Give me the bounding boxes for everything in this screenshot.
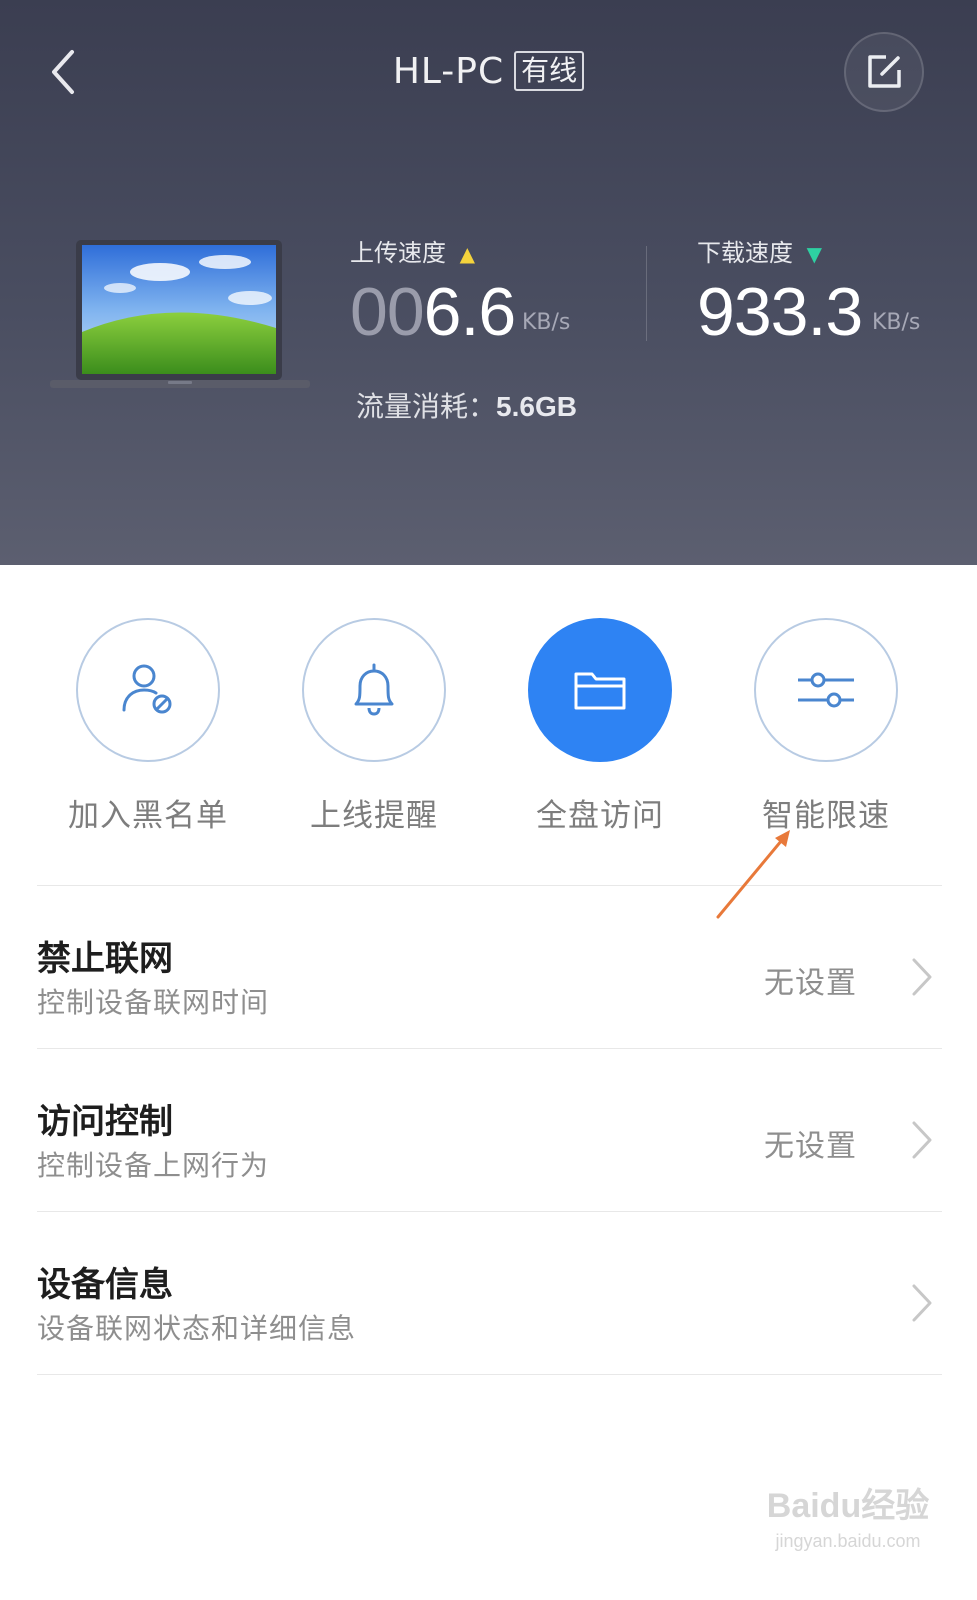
folder-icon bbox=[574, 672, 626, 710]
download-indicator: ▼ bbox=[806, 242, 823, 266]
action-disk-access-label: 全盘访问 bbox=[536, 798, 664, 834]
bell-icon bbox=[354, 663, 394, 716]
setting-row-block-network[interactable]: 禁止联网 控制设备联网时间 无设置 bbox=[0, 886, 977, 1048]
upload-speed-value: 006.6 bbox=[350, 274, 516, 350]
action-blacklist[interactable]: 加入黑名单 bbox=[28, 618, 268, 835]
chevron-right-icon bbox=[912, 1121, 932, 1159]
watermark: Baidu经验 jingyan.baidu.com bbox=[748, 1478, 948, 1552]
action-online-alert[interactable]: 上线提醒 bbox=[254, 618, 494, 835]
row-title: 设备信息 bbox=[37, 1265, 173, 1305]
row-status: 无设置 bbox=[764, 1129, 857, 1164]
chevron-right-icon bbox=[912, 958, 932, 996]
download-speed-label: 下载速度 ▼ bbox=[697, 239, 823, 267]
row-subtitle: 控制设备上网行为 bbox=[37, 1149, 270, 1182]
action-blacklist-label: 加入黑名单 bbox=[68, 798, 228, 834]
download-speed-value: 933.3 bbox=[697, 274, 863, 350]
laptop-image bbox=[50, 240, 310, 388]
upload-indicator: ▲ bbox=[459, 242, 476, 266]
traffic-usage: 流量消耗：5.6GB bbox=[356, 385, 577, 425]
device-header: HL-PC 有线 上传速度 ▲ 006.6 KB/s 下载速度 ▼ 933.3 … bbox=[0, 0, 977, 565]
row-subtitle: 设备联网状态和详细信息 bbox=[37, 1312, 357, 1345]
sliders-icon bbox=[798, 672, 854, 708]
upload-speed-unit: KB/s bbox=[522, 310, 571, 335]
row-title: 禁止联网 bbox=[37, 939, 173, 979]
action-smart-limit-label: 智能限速 bbox=[762, 798, 890, 834]
quick-actions: 加入黑名单 上线提醒 全盘访问 智能限速 bbox=[0, 618, 977, 848]
action-smart-limit[interactable]: 智能限速 bbox=[706, 618, 946, 835]
edit-icon bbox=[868, 55, 901, 88]
row-title: 访问控制 bbox=[37, 1102, 173, 1142]
watermark-logo: Baidu经验 bbox=[766, 1487, 930, 1525]
action-smart-limit-circle[interactable] bbox=[754, 618, 898, 762]
traffic-value: 5.6GB bbox=[496, 391, 577, 422]
traffic-label: 流量消耗： bbox=[356, 390, 497, 423]
action-online-alert-circle[interactable] bbox=[302, 618, 446, 762]
page-title: HL-PC bbox=[392, 50, 505, 92]
row-status: 无设置 bbox=[764, 966, 857, 1001]
divider bbox=[37, 1374, 942, 1375]
action-disk-access-circle[interactable] bbox=[528, 618, 672, 762]
watermark-url: jingyan.baidu.com bbox=[775, 1531, 921, 1551]
upload-speed-label: 上传速度 ▲ bbox=[350, 239, 476, 267]
setting-row-access-control[interactable]: 访问控制 控制设备上网行为 无设置 bbox=[0, 1049, 977, 1211]
action-online-alert-label: 上线提醒 bbox=[310, 798, 438, 834]
page-title-wrap: HL-PC 有线 bbox=[0, 46, 977, 96]
connection-type-badge: 有线 bbox=[514, 51, 585, 91]
download-speed-unit: KB/s bbox=[872, 310, 921, 335]
setting-row-device-info[interactable]: 设备信息 设备联网状态和详细信息 bbox=[0, 1212, 977, 1374]
user-block-icon bbox=[122, 664, 172, 714]
chevron-right-icon bbox=[912, 1284, 932, 1322]
action-disk-access[interactable]: 全盘访问 bbox=[480, 618, 720, 835]
action-blacklist-circle[interactable] bbox=[76, 618, 220, 762]
edit-button[interactable] bbox=[844, 32, 924, 112]
row-subtitle: 控制设备联网时间 bbox=[37, 986, 270, 1019]
stats-divider bbox=[646, 246, 647, 341]
